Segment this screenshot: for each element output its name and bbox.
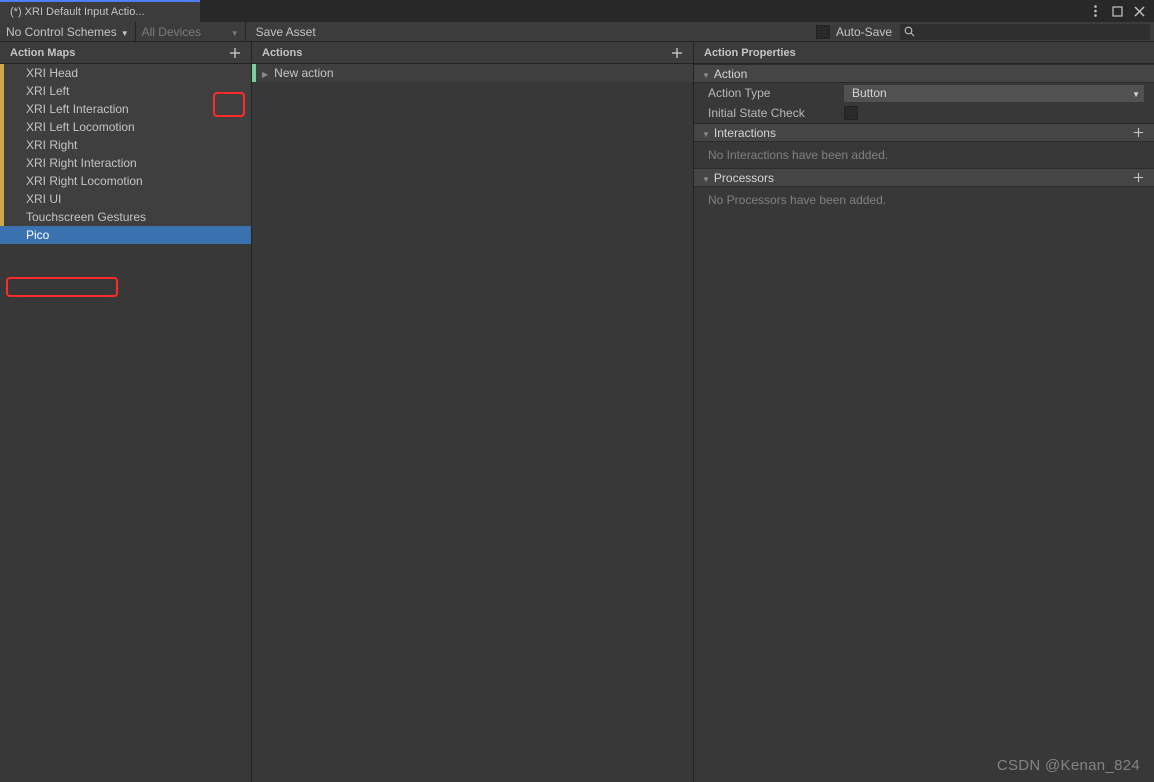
color-bar — [0, 136, 4, 154]
add-action-map-button[interactable] — [227, 45, 243, 61]
add-processor-button[interactable] — [1130, 170, 1146, 186]
save-asset-button[interactable]: Save Asset — [246, 22, 326, 41]
color-bar — [0, 208, 4, 226]
window-tab-title: (*) XRI Default Input Actio... — [10, 6, 145, 18]
color-bar — [0, 100, 4, 118]
action-map-item[interactable]: XRI UI — [0, 190, 251, 208]
color-bar — [0, 226, 4, 244]
chevron-down-icon — [121, 25, 129, 39]
initial-state-checkbox[interactable] — [844, 106, 858, 120]
color-bar — [252, 64, 256, 82]
action-maps-list: XRI Head XRI Left XRI Left Interaction XRI … — [0, 64, 251, 782]
chevron-down-icon — [702, 67, 710, 81]
processors-empty-text: No Processors have been added. — [694, 187, 1154, 213]
autosave-label: Auto-Save — [836, 25, 892, 39]
action-item[interactable]: New action — [252, 64, 693, 82]
actions-panel: Actions New action — [252, 42, 694, 782]
action-map-item[interactable]: Pico — [0, 226, 251, 244]
add-interaction-button[interactable] — [1130, 125, 1146, 141]
action-map-label: XRI Right — [18, 138, 77, 152]
action-map-item[interactable]: XRI Left — [0, 82, 251, 100]
chevron-down-icon — [702, 126, 710, 140]
action-map-item[interactable]: XRI Right Interaction — [0, 154, 251, 172]
action-type-dropdown[interactable]: Button — [844, 85, 1144, 102]
window-tab[interactable]: (*) XRI Default Input Actio... — [0, 0, 200, 22]
actions-list: New action — [252, 64, 693, 782]
action-map-item[interactable]: XRI Left Locomotion — [0, 118, 251, 136]
action-properties-panel: Action Properties Action Action Type But… — [694, 42, 1154, 782]
toolbar: No Control Schemes All Devices Save Asse… — [0, 22, 1154, 42]
search-icon — [904, 26, 915, 37]
action-type-label: Action Type — [704, 86, 844, 100]
action-map-label: Pico — [18, 228, 49, 242]
color-bar — [0, 118, 4, 136]
action-map-item[interactable]: XRI Head — [0, 64, 251, 82]
autosave-checkbox[interactable] — [816, 25, 830, 39]
control-schemes-label: No Control Schemes — [6, 25, 117, 39]
interactions-section-header[interactable]: Interactions — [694, 123, 1154, 142]
action-map-label: XRI Left Interaction — [18, 102, 129, 116]
chevron-down-icon — [231, 25, 239, 39]
color-bar — [0, 172, 4, 190]
action-map-label: XRI Left Locomotion — [18, 120, 135, 134]
color-bar — [0, 154, 4, 172]
color-bar — [0, 190, 4, 208]
initial-state-row: Initial State Check — [694, 103, 1154, 123]
color-bar — [0, 82, 4, 100]
interactions-empty-text: No Interactions have been added. — [694, 142, 1154, 168]
initial-state-label: Initial State Check — [704, 106, 844, 120]
action-type-row: Action Type Button — [694, 83, 1154, 103]
action-label: New action — [268, 66, 333, 80]
close-icon[interactable] — [1132, 4, 1146, 18]
color-bar — [0, 64, 4, 82]
action-map-item[interactable]: XRI Left Interaction — [0, 100, 251, 118]
actions-header: Actions — [252, 42, 693, 64]
action-map-label: Touchscreen Gestures — [18, 210, 146, 224]
action-map-label: XRI Head — [18, 66, 78, 80]
action-maps-panel: Action Maps XRI Head XRI Left XRI Left Int… — [0, 42, 252, 782]
action-map-item[interactable]: XRI Right — [0, 136, 251, 154]
action-map-label: XRI UI — [18, 192, 61, 206]
action-section-header[interactable]: Action — [694, 64, 1154, 83]
window-tab-bar: (*) XRI Default Input Actio... — [0, 0, 1154, 22]
autosave-toggle[interactable]: Auto-Save — [808, 25, 900, 39]
devices-label: All Devices — [142, 25, 201, 39]
chevron-down-icon — [1132, 86, 1140, 100]
chevron-down-icon — [702, 171, 710, 185]
action-properties-header: Action Properties — [694, 42, 1154, 64]
add-action-button[interactable] — [669, 45, 685, 61]
devices-dropdown[interactable]: All Devices — [136, 22, 246, 41]
watermark: CSDN @Kenan_824 — [997, 757, 1140, 774]
action-map-item[interactable]: XRI Right Locomotion — [0, 172, 251, 190]
maximize-icon[interactable] — [1110, 4, 1124, 18]
search-input[interactable] — [900, 24, 1150, 40]
kebab-menu-icon[interactable] — [1088, 4, 1102, 18]
action-maps-header: Action Maps — [0, 42, 251, 64]
action-map-item[interactable]: Touchscreen Gestures — [0, 208, 251, 226]
action-map-label: XRI Left — [18, 84, 69, 98]
processors-section-header[interactable]: Processors — [694, 168, 1154, 187]
action-map-label: XRI Right Interaction — [18, 156, 137, 170]
control-schemes-dropdown[interactable]: No Control Schemes — [0, 22, 136, 41]
action-map-label: XRI Right Locomotion — [18, 174, 143, 188]
